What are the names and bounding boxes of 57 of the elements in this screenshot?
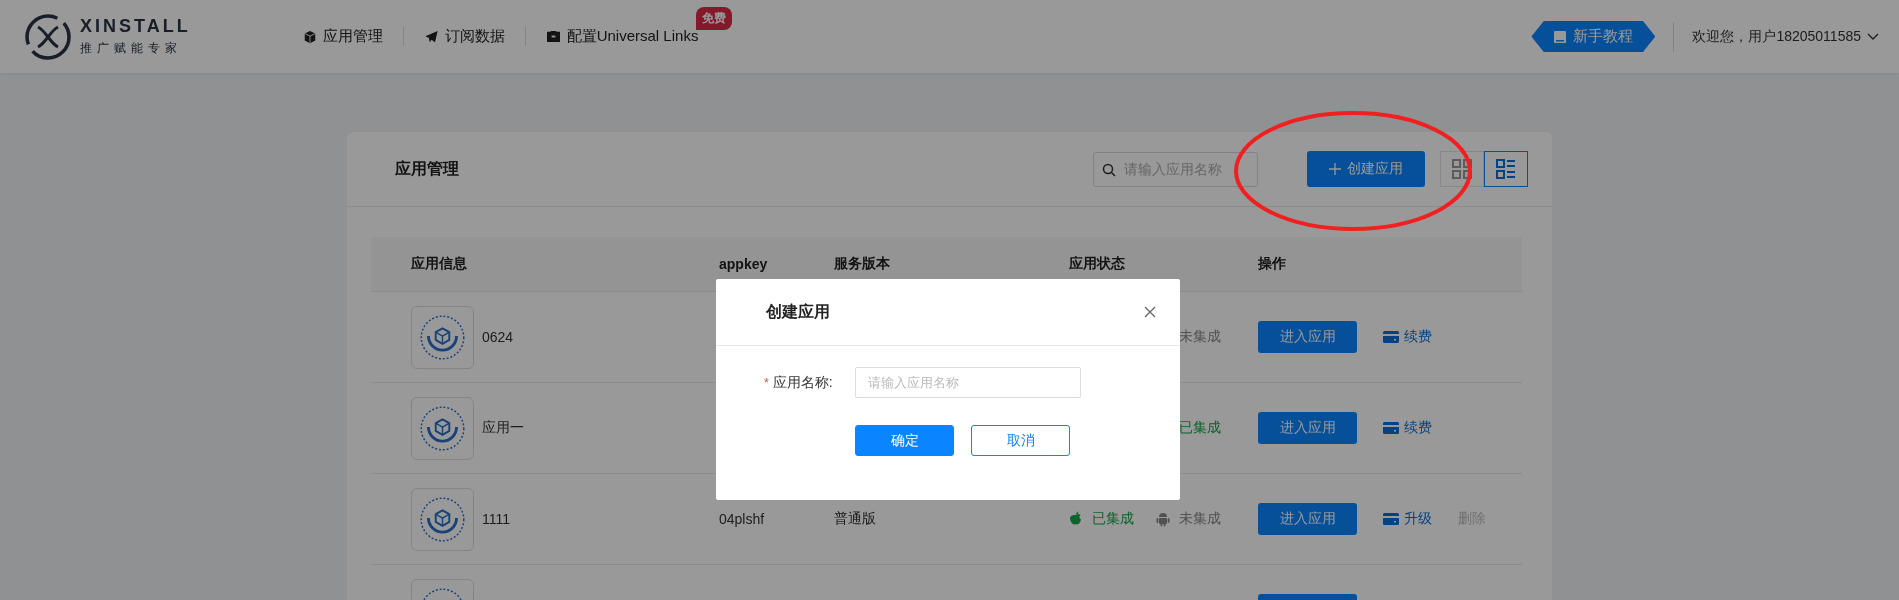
cancel-button[interactable]: 取消 xyxy=(971,425,1070,456)
tutorial-button[interactable]: 新手教程 xyxy=(1531,21,1656,52)
app-name: 0624 xyxy=(482,329,514,345)
card-title: 应用管理 xyxy=(395,158,460,179)
app-name: 应用一 xyxy=(482,419,524,437)
app-logo-icon xyxy=(411,396,474,460)
list-view-button[interactable] xyxy=(1484,151,1528,187)
dialog-title: 创建应用 xyxy=(766,301,830,322)
logo-tagline: 推广赋能专家 xyxy=(80,40,183,57)
chevron-down-icon xyxy=(1867,32,1879,41)
card-icon xyxy=(1383,513,1399,525)
column-header: 服务版本 xyxy=(834,255,891,273)
plus-icon xyxy=(1329,163,1341,175)
column-header: 操作 xyxy=(1258,255,1287,273)
create-app-button[interactable]: 创建应用 xyxy=(1307,151,1425,187)
list-icon xyxy=(1496,159,1516,179)
grid-view-button[interactable] xyxy=(1440,151,1484,187)
cube-icon xyxy=(302,29,317,44)
column-header: 应用状态 xyxy=(1069,255,1126,273)
integration-status: 已集成 xyxy=(1178,419,1221,437)
integration-status: 未集成 xyxy=(1178,328,1221,346)
app-logo-icon xyxy=(411,305,474,369)
logo-icon xyxy=(24,12,72,61)
column-header: appkey xyxy=(719,256,769,272)
close-button[interactable] xyxy=(1144,306,1156,318)
enter-app-button[interactable]: 进入应用 xyxy=(1258,321,1357,353)
close-icon xyxy=(1144,306,1156,318)
integration-status: 未集成 xyxy=(1156,510,1221,528)
grid-icon xyxy=(1452,159,1472,179)
billing-link[interactable]: 升级 xyxy=(1383,510,1432,528)
card-icon xyxy=(1383,331,1399,343)
app-logo-icon xyxy=(411,487,474,551)
logo-name: XINSTALL xyxy=(80,16,191,37)
app-name-field[interactable]: 请输入应用名称 xyxy=(855,367,1081,398)
billing-link[interactable]: 续费 xyxy=(1383,419,1432,437)
column-header: 应用信息 xyxy=(411,255,468,273)
version-cell-text: 普通版 xyxy=(834,510,877,528)
android-icon xyxy=(1156,511,1170,527)
apple-icon xyxy=(1069,511,1083,527)
search-icon xyxy=(1102,162,1116,177)
confirm-button[interactable]: 确定 xyxy=(855,425,954,456)
card-icon xyxy=(1383,422,1399,434)
enter-app-button[interactable]: 进入应用 xyxy=(1258,503,1357,535)
user-menu[interactable]: 欢迎您，用户18205011585 xyxy=(1692,27,1879,46)
nav-link[interactable]: 配置Universal Links xyxy=(545,27,699,46)
nav-link[interactable]: 应用管理 xyxy=(302,27,383,46)
enter-app-button[interactable]: 进入应用 xyxy=(1258,412,1357,444)
briefcase-icon xyxy=(545,30,561,43)
appkey-cell-text: 04plshf xyxy=(719,511,766,527)
free-badge: 免费 xyxy=(696,7,733,30)
book-icon xyxy=(1553,29,1568,44)
billing-link[interactable]: 续费 xyxy=(1383,328,1432,346)
paper-plane-icon xyxy=(423,29,439,44)
integration-status: 已集成 xyxy=(1069,510,1134,528)
field-label: * 应用名称: xyxy=(764,373,834,392)
app-name: 1111 xyxy=(482,511,511,527)
nav-link[interactable]: 订阅数据 xyxy=(423,27,505,46)
